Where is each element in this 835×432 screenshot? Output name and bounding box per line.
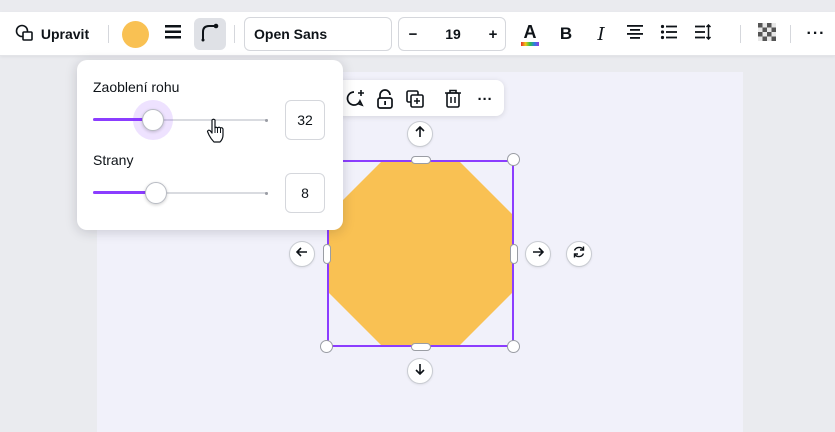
resize-handle-bottom[interactable] (411, 343, 431, 351)
move-up-button[interactable] (407, 121, 433, 147)
spacing-button[interactable] (690, 18, 716, 50)
more-options-button[interactable]: ··· (801, 18, 831, 50)
element-floating-toolbar: ··· (336, 80, 504, 116)
arrow-down-icon (414, 362, 426, 380)
resize-handle-right[interactable] (510, 244, 518, 264)
corner-rounding-input[interactable]: 32 (285, 100, 325, 140)
font-size-input[interactable]: 19 (437, 18, 469, 50)
text-color-letter: A (523, 21, 537, 42)
edit-button[interactable]: Upravit (6, 18, 98, 50)
arrow-left-icon (295, 245, 308, 263)
bold-button[interactable]: B (553, 18, 579, 50)
transparency-checker-icon (758, 22, 776, 46)
rotate-button[interactable] (566, 241, 592, 267)
text-color-button[interactable]: A (514, 18, 546, 50)
rotate-icon (572, 245, 586, 264)
resize-handle-left[interactable] (323, 244, 331, 264)
unlock-icon[interactable] (374, 88, 396, 110)
align-center-icon (626, 24, 644, 45)
comment-add-icon[interactable] (344, 88, 366, 110)
corner-rounding-label: Zaoblení rohu (93, 79, 180, 95)
transparency-button[interactable] (754, 18, 780, 50)
resize-handle-top[interactable] (411, 156, 431, 164)
border-style-button[interactable] (158, 18, 188, 50)
top-toolbar: Upravit Open Sans − 19 + A B I ··· (0, 12, 835, 56)
line-spacing-icon (694, 23, 712, 45)
arrow-right-icon (532, 245, 545, 263)
resize-handle-top-right[interactable] (507, 153, 520, 166)
toolbar-divider (234, 25, 235, 43)
italic-button[interactable]: I (588, 18, 614, 50)
duplicate-icon[interactable] (404, 88, 426, 110)
edit-label: Upravit (40, 26, 90, 42)
font-size-decrease-button[interactable]: − (399, 18, 427, 50)
bullet-list-icon (660, 24, 678, 45)
move-down-button[interactable] (407, 358, 433, 384)
resize-handle-bottom-right[interactable] (507, 340, 520, 353)
toolbar-divider (108, 25, 109, 43)
font-family-select[interactable]: Open Sans (244, 17, 392, 51)
rainbow-bar-icon (521, 41, 539, 46)
move-left-button[interactable] (289, 241, 315, 267)
sides-slider-thumb[interactable] (145, 182, 167, 204)
selection-frame (327, 160, 514, 347)
move-right-button[interactable] (525, 241, 551, 267)
corner-rounding-popover: Zaoblení rohu 32 Strany 8 (77, 60, 343, 230)
fill-color-button[interactable] (122, 21, 149, 48)
delete-trash-icon[interactable] (442, 88, 464, 110)
edit-shape-icon (15, 24, 41, 45)
corner-slider-thumb[interactable] (141, 109, 164, 131)
float-more-button[interactable]: ··· (474, 88, 496, 110)
sides-label: Strany (93, 152, 134, 168)
hand-cursor-icon (206, 118, 224, 143)
list-button[interactable] (656, 18, 682, 50)
arrow-up-icon (414, 125, 426, 143)
font-size-increase-button[interactable]: + (479, 18, 507, 50)
toolbar-divider (740, 25, 741, 43)
corner-rounding-icon (200, 22, 220, 47)
resize-handle-bottom-left[interactable] (320, 340, 333, 353)
corner-rounding-button[interactable] (194, 18, 226, 50)
border-lines-icon (164, 24, 182, 45)
text-align-button[interactable] (622, 18, 648, 50)
toolbar-divider (790, 25, 791, 43)
slider-end-dot (265, 191, 268, 195)
font-size-stepper: − 19 + (398, 17, 506, 51)
slider-end-dot (265, 118, 268, 122)
sides-input[interactable]: 8 (285, 173, 325, 213)
